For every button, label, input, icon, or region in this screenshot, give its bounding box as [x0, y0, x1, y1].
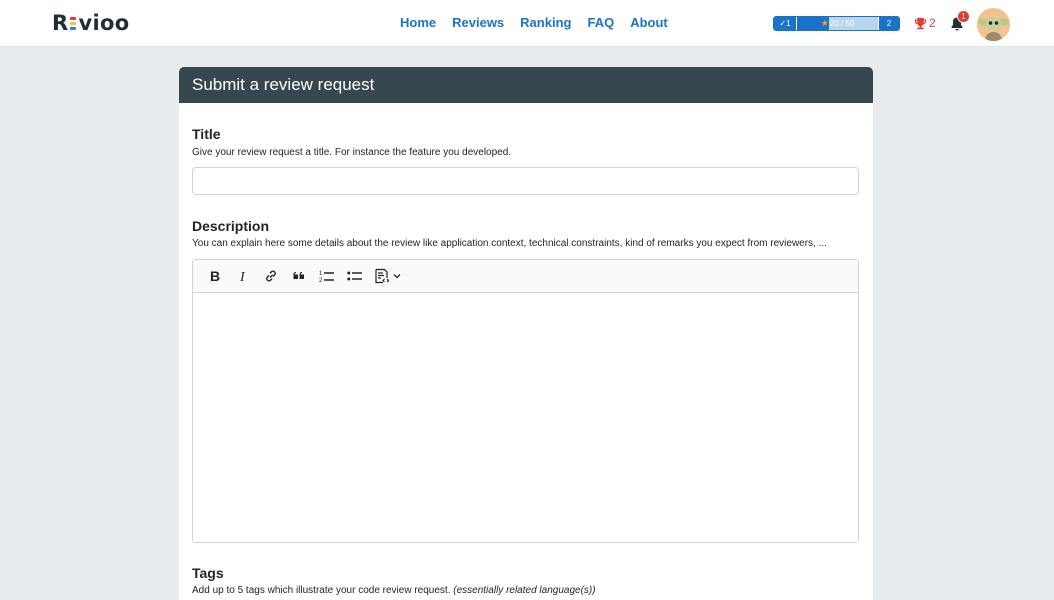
- user-avatar[interactable]: [977, 8, 1010, 41]
- italic-icon: I: [239, 270, 246, 283]
- editor-toolbar: B I 12: [193, 260, 858, 293]
- check-icon: ✓: [779, 19, 787, 28]
- description-help-text: You can explain here some details about …: [192, 238, 827, 249]
- xp-progress-text: ★ 20 / 50: [821, 18, 855, 29]
- link-button[interactable]: [257, 265, 285, 287]
- current-level-badge: ✓ 1: [774, 17, 796, 30]
- logo-text-left: R: [52, 11, 69, 35]
- tags-help-note: (essentially related language(s)): [453, 585, 596, 596]
- chevron-down-icon: [393, 274, 400, 279]
- nav-link-ranking[interactable]: Ranking: [520, 15, 571, 30]
- logo[interactable]: R vioo: [52, 11, 129, 35]
- tags-help-text: Add up to 5 tags which illustrate your c…: [192, 585, 596, 596]
- logo-dot-yellow: [70, 21, 77, 25]
- bold-button[interactable]: B: [201, 265, 229, 287]
- code-block-button[interactable]: [369, 265, 405, 287]
- numbered-list-icon: 12: [319, 271, 334, 283]
- notification-count-badge: 1: [957, 10, 970, 23]
- bulleted-list-icon: [347, 271, 362, 281]
- nav-link-about[interactable]: About: [630, 15, 668, 30]
- quote-icon: [293, 272, 304, 279]
- trophy-icon: [914, 17, 927, 29]
- tags-help-main: Add up to 5 tags which illustrate your c…: [192, 585, 451, 596]
- nav-link-faq[interactable]: FAQ: [587, 15, 614, 30]
- logo-color-dots: [70, 16, 77, 30]
- logo-text-right: vioo: [78, 11, 130, 35]
- numbered-list-button[interactable]: 12: [313, 265, 341, 287]
- current-level: 1: [786, 19, 791, 28]
- trophies-indicator[interactable]: 2: [914, 16, 936, 30]
- code-block-icon: [374, 268, 389, 284]
- avatar-image: [977, 8, 1010, 41]
- nav-link-reviews[interactable]: Reviews: [452, 15, 504, 30]
- card-header: Submit a review request: [179, 67, 873, 103]
- tags-label: Tags: [192, 565, 224, 581]
- svg-text:1: 1: [319, 271, 323, 277]
- description-editor: B I 12: [192, 259, 859, 543]
- italic-button[interactable]: I: [229, 265, 257, 287]
- description-label: Description: [192, 218, 270, 234]
- logo-dot-red: [70, 16, 77, 20]
- title-input[interactable]: [192, 167, 859, 195]
- trophy-count: 2: [929, 16, 936, 30]
- bulleted-list-button[interactable]: [341, 265, 369, 287]
- star-icon: ★: [820, 18, 829, 28]
- main-nav: Home Reviews Ranking FAQ About: [400, 15, 684, 30]
- quote-button[interactable]: [285, 265, 313, 287]
- title-label: Title: [192, 126, 221, 142]
- page-title: Submit a review request: [192, 75, 375, 94]
- title-help-text: Give your review request a title. For in…: [192, 147, 512, 158]
- xp-value: 20 / 50: [829, 19, 855, 28]
- nav-link-home[interactable]: Home: [400, 15, 436, 30]
- top-navbar: R vioo Home Reviews Ranking FAQ About ✓ …: [0, 0, 1054, 47]
- review-request-card: Submit a review request Title Give your …: [179, 67, 873, 600]
- xp-progress-bar: ★ 20 / 50: [796, 17, 879, 30]
- bold-icon: B: [210, 269, 220, 283]
- svg-text:2: 2: [319, 278, 323, 283]
- svg-text:B: B: [210, 269, 220, 283]
- svg-text:I: I: [239, 270, 246, 283]
- description-textarea[interactable]: [193, 293, 858, 542]
- logo-dot-blue: [70, 26, 77, 30]
- link-icon: [266, 270, 276, 282]
- next-level-badge: 2: [879, 17, 899, 30]
- xp-progress-widget[interactable]: ✓ 1 ★ 20 / 50 2: [773, 16, 900, 31]
